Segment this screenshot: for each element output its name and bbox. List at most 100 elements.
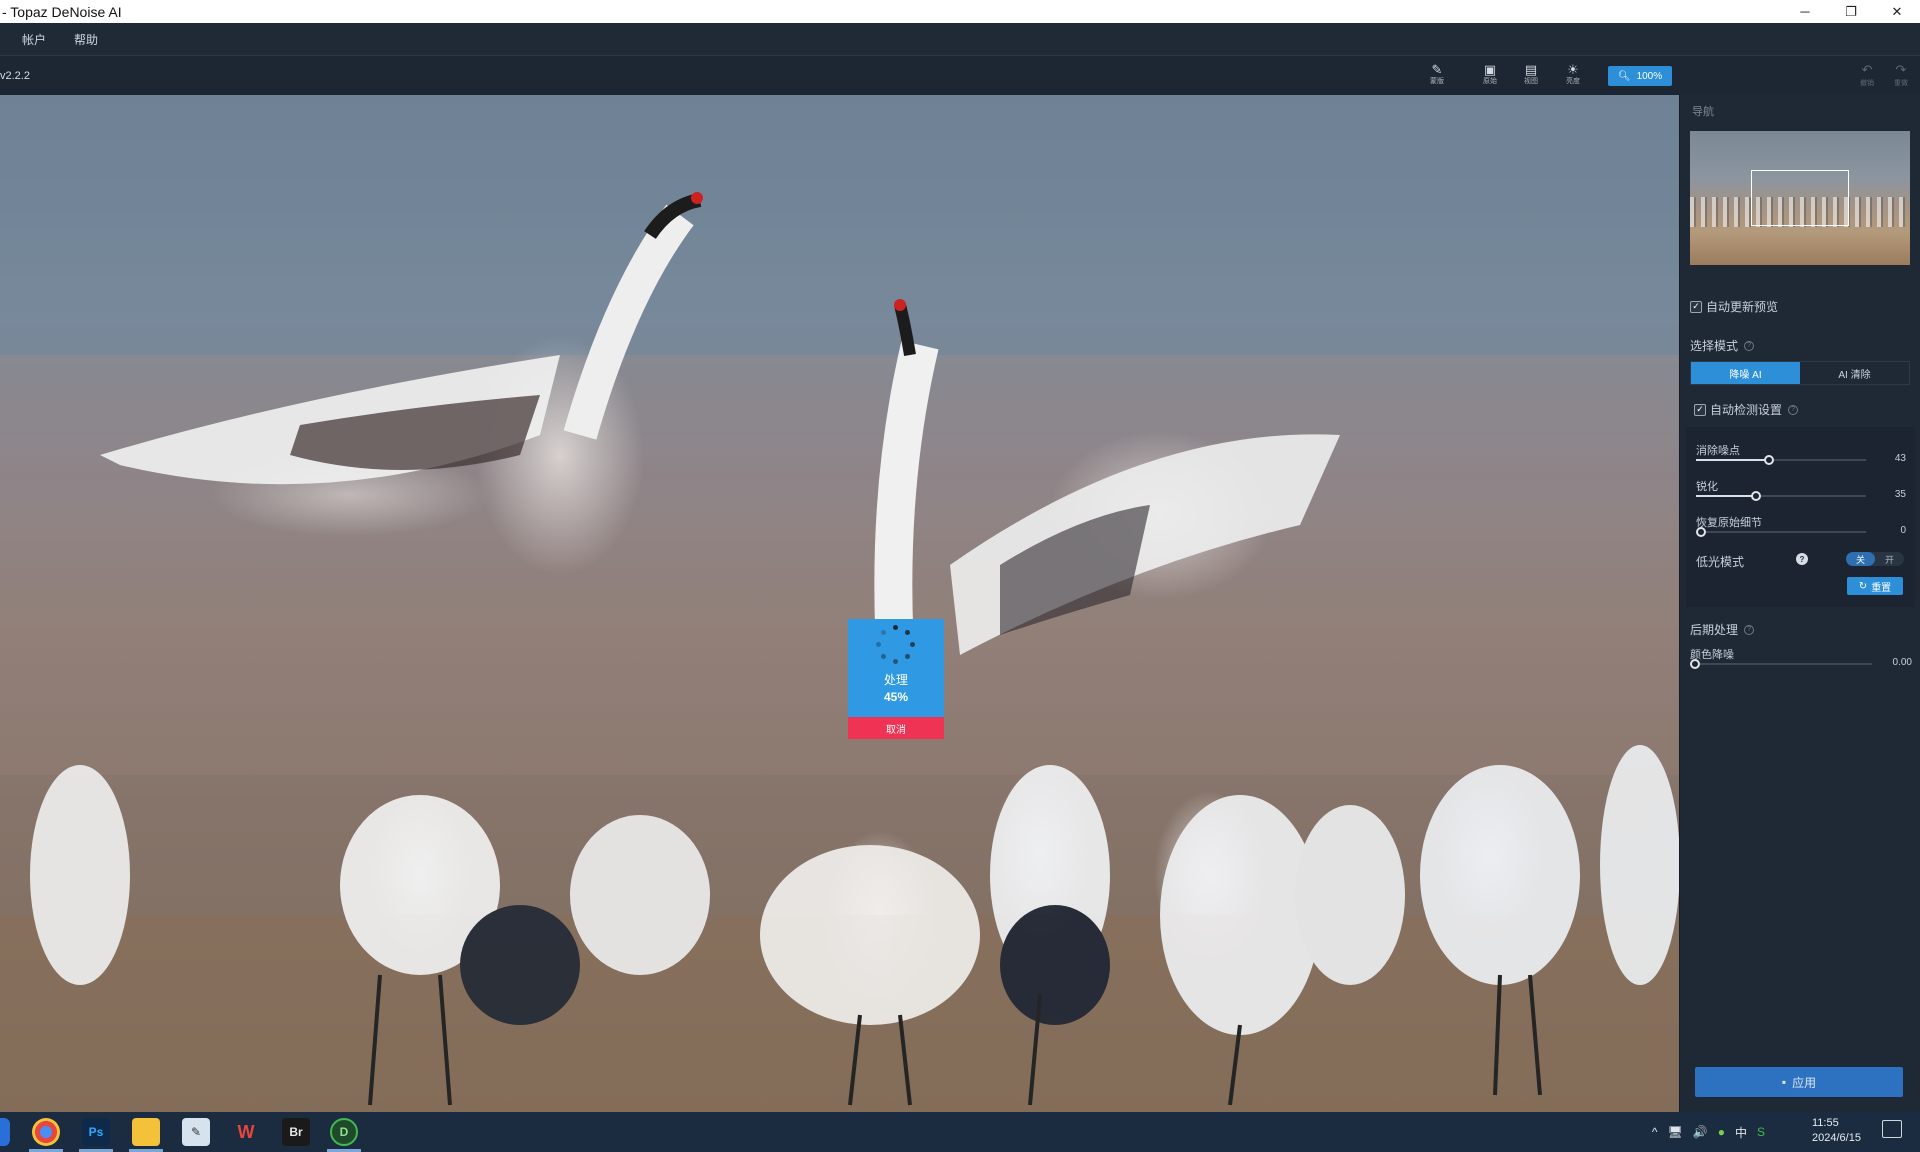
toolbar: v2.2.2 ✎ 蒙版 ▣ 原始 ▤ 视图 ☀ 亮度 🔍︎ 100% ↶ 撤销 …: [0, 55, 1920, 95]
settings-panel: 导航 ✓ 自动更新预览 选择模式 ? 降噪 AI AI 清除 ✓ 自动检测设置 …: [1679, 95, 1920, 1112]
slider-knob[interactable]: [1696, 527, 1706, 537]
post-processing-label: 后期处理: [1690, 623, 1739, 637]
slider-value: 0.00: [1892, 657, 1912, 668]
slider-value: 43: [1894, 453, 1906, 464]
processing-percent: 45%: [883, 690, 909, 704]
sharpen-slider[interactable]: 锐化 35: [1696, 477, 1906, 501]
low-light-toggle[interactable]: 关 开: [1846, 552, 1904, 566]
help-icon[interactable]: ?: [1796, 553, 1808, 565]
redo-icon: ↷: [1895, 62, 1907, 77]
original-tool-button[interactable]: ▣ 原始: [1475, 62, 1505, 92]
processing-dialog: 处理 45% 取消: [848, 619, 944, 739]
auto-update-preview-row[interactable]: ✓ 自动更新预览: [1690, 298, 1778, 315]
slider-fill: [1696, 495, 1756, 497]
color-noise-slider[interactable]: 颜色降噪 0.00: [1690, 645, 1912, 669]
slider-track[interactable]: [1696, 455, 1866, 465]
slider-knob[interactable]: [1690, 659, 1700, 669]
view-tool-label: 视图: [1524, 78, 1538, 85]
slider-track[interactable]: [1690, 659, 1872, 669]
toggle-on[interactable]: 开: [1875, 552, 1904, 566]
apply-button[interactable]: ▪ 应用: [1695, 1067, 1903, 1097]
right-crane-crown: [894, 299, 906, 311]
redo-label: 重做: [1894, 80, 1908, 87]
mode-ai-clear[interactable]: AI 清除: [1800, 362, 1909, 384]
slider-label: 消除噪点: [1696, 445, 1740, 457]
undo-button[interactable]: ↶ 撤销: [1855, 62, 1879, 88]
slider-knob[interactable]: [1764, 455, 1775, 465]
help-icon[interactable]: ?: [1788, 404, 1799, 415]
recover-detail-slider[interactable]: 恢复原始细节 0: [1696, 513, 1906, 537]
bridge-icon[interactable]: Br: [282, 1118, 310, 1146]
title-bar: - Topaz DeNoise AI ─ ❐ ✕: [0, 0, 1920, 23]
auto-detect-label: 自动检测设置: [1710, 403, 1783, 417]
slider-value: 0: [1900, 525, 1906, 536]
slider-knob[interactable]: [1750, 491, 1761, 501]
display-icon[interactable]: 🖥: [1668, 1125, 1683, 1139]
file-explorer-icon[interactable]: [132, 1118, 160, 1146]
brightness-icon: ☀: [1567, 62, 1579, 77]
apply-label: 应用: [1792, 1075, 1817, 1090]
slider-value: 35: [1894, 489, 1906, 500]
redo-button[interactable]: ↷ 重做: [1889, 62, 1913, 88]
brightness-tool-button[interactable]: ☀ 亮度: [1558, 62, 1588, 92]
close-button[interactable]: ✕: [1874, 0, 1920, 23]
mask-tool-button[interactable]: ✎ 蒙版: [1422, 62, 1452, 92]
low-light-label: 低光模式: [1696, 555, 1745, 569]
menu-help[interactable]: 帮助: [74, 31, 98, 48]
slider-track[interactable]: [1696, 491, 1866, 501]
window-title: - Topaz DeNoise AI: [2, 3, 122, 20]
noise-slider[interactable]: 消除噪点 43: [1696, 441, 1906, 465]
navigator-thumbnail[interactable]: [1690, 131, 1910, 265]
loading-spinner-icon: [876, 625, 916, 665]
input-method-icon[interactable]: 中: [1735, 1124, 1747, 1141]
system-tray: ^ 🖥 🔊 ● 中 S: [1647, 1112, 1770, 1152]
brightness-tool-label: 亮度: [1566, 78, 1580, 85]
reset-label: 重置: [1871, 582, 1892, 594]
paint-icon[interactable]: ✎: [182, 1118, 210, 1146]
notification-icon[interactable]: [1882, 1120, 1902, 1138]
save-icon: ▪: [1781, 1075, 1787, 1089]
select-mode-label: 选择模式: [1690, 339, 1739, 353]
tray-overflow-icon[interactable]: ^: [1652, 1125, 1658, 1139]
slider-track[interactable]: [1696, 527, 1866, 537]
mask-tool-label: 蒙版: [1430, 78, 1444, 85]
undo-icon: ↶: [1861, 62, 1873, 77]
select-mode-row: 选择模式 ?: [1690, 337, 1755, 354]
volume-icon[interactable]: 🔊: [1693, 1125, 1708, 1139]
zoom-level: 100%: [1636, 70, 1663, 82]
auto-update-checkbox[interactable]: ✓: [1690, 300, 1702, 313]
cancel-button[interactable]: 取消: [848, 717, 944, 739]
auto-detect-row[interactable]: ✓ 自动检测设置 ?: [1694, 401, 1799, 418]
help-icon[interactable]: ?: [1744, 624, 1755, 635]
image-canvas[interactable]: 处理 45% 取消: [0, 95, 1679, 1112]
denoise-icon[interactable]: D: [330, 1118, 358, 1146]
navigator-viewport[interactable]: [1751, 170, 1849, 226]
zoom-button[interactable]: 🔍︎ 100%: [1608, 66, 1672, 86]
auto-detect-checkbox[interactable]: ✓: [1694, 403, 1706, 416]
help-icon[interactable]: ?: [1744, 340, 1755, 351]
magnifier-icon: 🔍︎: [1617, 70, 1631, 82]
taskbar: Ps ✎ W Br D ^ 🖥 🔊 ● 中 S 11:55 2024/6/15: [0, 1112, 1920, 1152]
view-tool-button[interactable]: ▤ 视图: [1516, 62, 1546, 92]
start-button[interactable]: [0, 1118, 10, 1146]
sogou-icon[interactable]: S: [1757, 1125, 1765, 1139]
undo-label: 撤销: [1860, 80, 1874, 87]
menu-account[interactable]: 帐户: [22, 31, 46, 48]
view-icon: ▤: [1524, 62, 1538, 77]
restore-button[interactable]: ❐: [1828, 0, 1874, 23]
crane-photo: [0, 95, 1679, 1112]
chrome-icon[interactable]: [32, 1118, 60, 1146]
reset-button[interactable]: ↻ 重置: [1847, 577, 1903, 595]
minimize-button[interactable]: ─: [1782, 0, 1828, 23]
clock[interactable]: 11:55 2024/6/15: [1812, 1116, 1861, 1146]
auto-update-label: 自动更新预览: [1706, 300, 1779, 314]
slider-fill: [1696, 459, 1770, 461]
toggle-off[interactable]: 关: [1846, 552, 1875, 566]
network-icon[interactable]: ●: [1718, 1125, 1725, 1139]
mode-denoise-ai[interactable]: 降噪 AI: [1691, 362, 1800, 384]
slider-label: 恢复原始细节: [1696, 517, 1762, 529]
photoshop-icon[interactable]: Ps: [82, 1118, 110, 1146]
low-light-row: 低光模式 ? 关 开: [1696, 552, 1906, 570]
reset-icon: ↻: [1858, 580, 1868, 592]
wps-icon[interactable]: W: [232, 1118, 260, 1146]
